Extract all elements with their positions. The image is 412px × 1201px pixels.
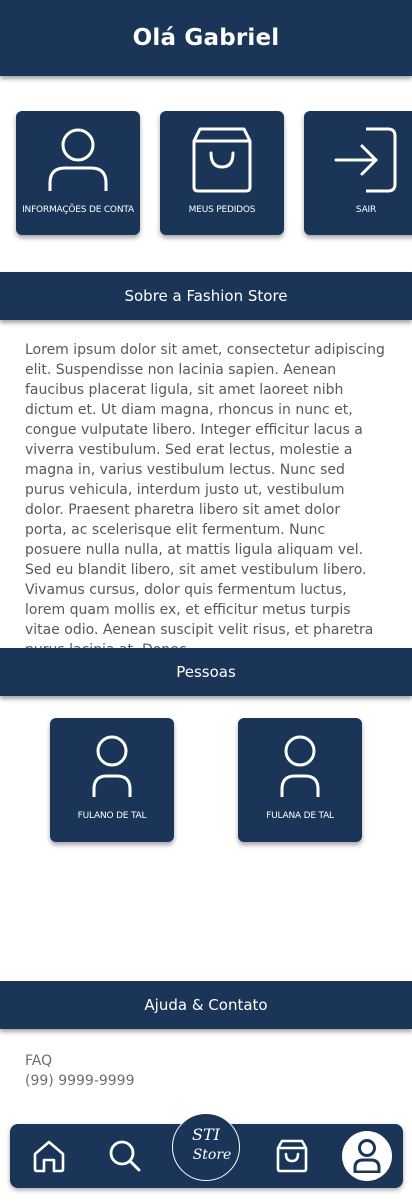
help-title: Ajuda & Contato (144, 996, 268, 1014)
logo-text-store: Store (192, 1147, 232, 1163)
page-header: Olá Gabriel (0, 0, 412, 76)
account-info-label: INFORMAÇÕES DE CONTA (22, 205, 134, 215)
about-title: Sobre a Fashion Store (124, 287, 288, 305)
people-section-header: Pessoas (0, 648, 412, 696)
phone-number: (99) 9999-9999 (25, 1073, 135, 1089)
profile-icon (353, 1139, 381, 1173)
person-name: FULANA DE TAL (266, 811, 334, 821)
cart-icon (276, 1139, 308, 1173)
people-title: Pessoas (176, 663, 236, 681)
account-info-tile[interactable]: INFORMAÇÕES DE CONTA (16, 111, 140, 235)
shopping-bag-icon (192, 127, 252, 193)
user-icon (92, 735, 132, 797)
page-title: Olá Gabriel (132, 25, 280, 51)
bottom-navigation: STI Store (10, 1113, 403, 1188)
faq-link[interactable]: FAQ (25, 1051, 135, 1071)
person-name: FULANO DE TAL (77, 811, 147, 821)
account-menu: INFORMAÇÕES DE CONTA MEUS PEDIDOS SAIR (0, 111, 412, 236)
logo-text-sti: STI (192, 1125, 220, 1144)
logout-icon (334, 127, 397, 193)
my-orders-label: MEUS PEDIDOS (188, 205, 256, 215)
person-card[interactable]: FULANA DE TAL (238, 718, 362, 842)
home-icon (33, 1140, 65, 1173)
nav-cart-button[interactable] (273, 1124, 311, 1188)
my-orders-tile[interactable]: MEUS PEDIDOS (160, 111, 284, 235)
search-icon (109, 1140, 141, 1172)
help-section-header: Ajuda & Contato (0, 981, 412, 1029)
logout-label: SAIR (355, 205, 377, 215)
user-icon (48, 128, 108, 191)
about-section-header: Sobre a Fashion Store (0, 272, 412, 320)
person-card[interactable]: FULANO DE TAL (50, 718, 174, 842)
contact-info: FAQ (99) 9999-9999 (25, 1051, 135, 1091)
store-logo-button[interactable]: STI Store (172, 1113, 240, 1181)
about-text: Lorem ipsum dolor sit amet, consectetur … (25, 342, 385, 658)
logout-tile[interactable]: SAIR (304, 111, 412, 235)
user-icon (280, 735, 320, 797)
nav-search-button[interactable] (106, 1124, 144, 1188)
nav-home-button[interactable] (30, 1124, 68, 1188)
nav-profile-button[interactable] (342, 1131, 392, 1181)
